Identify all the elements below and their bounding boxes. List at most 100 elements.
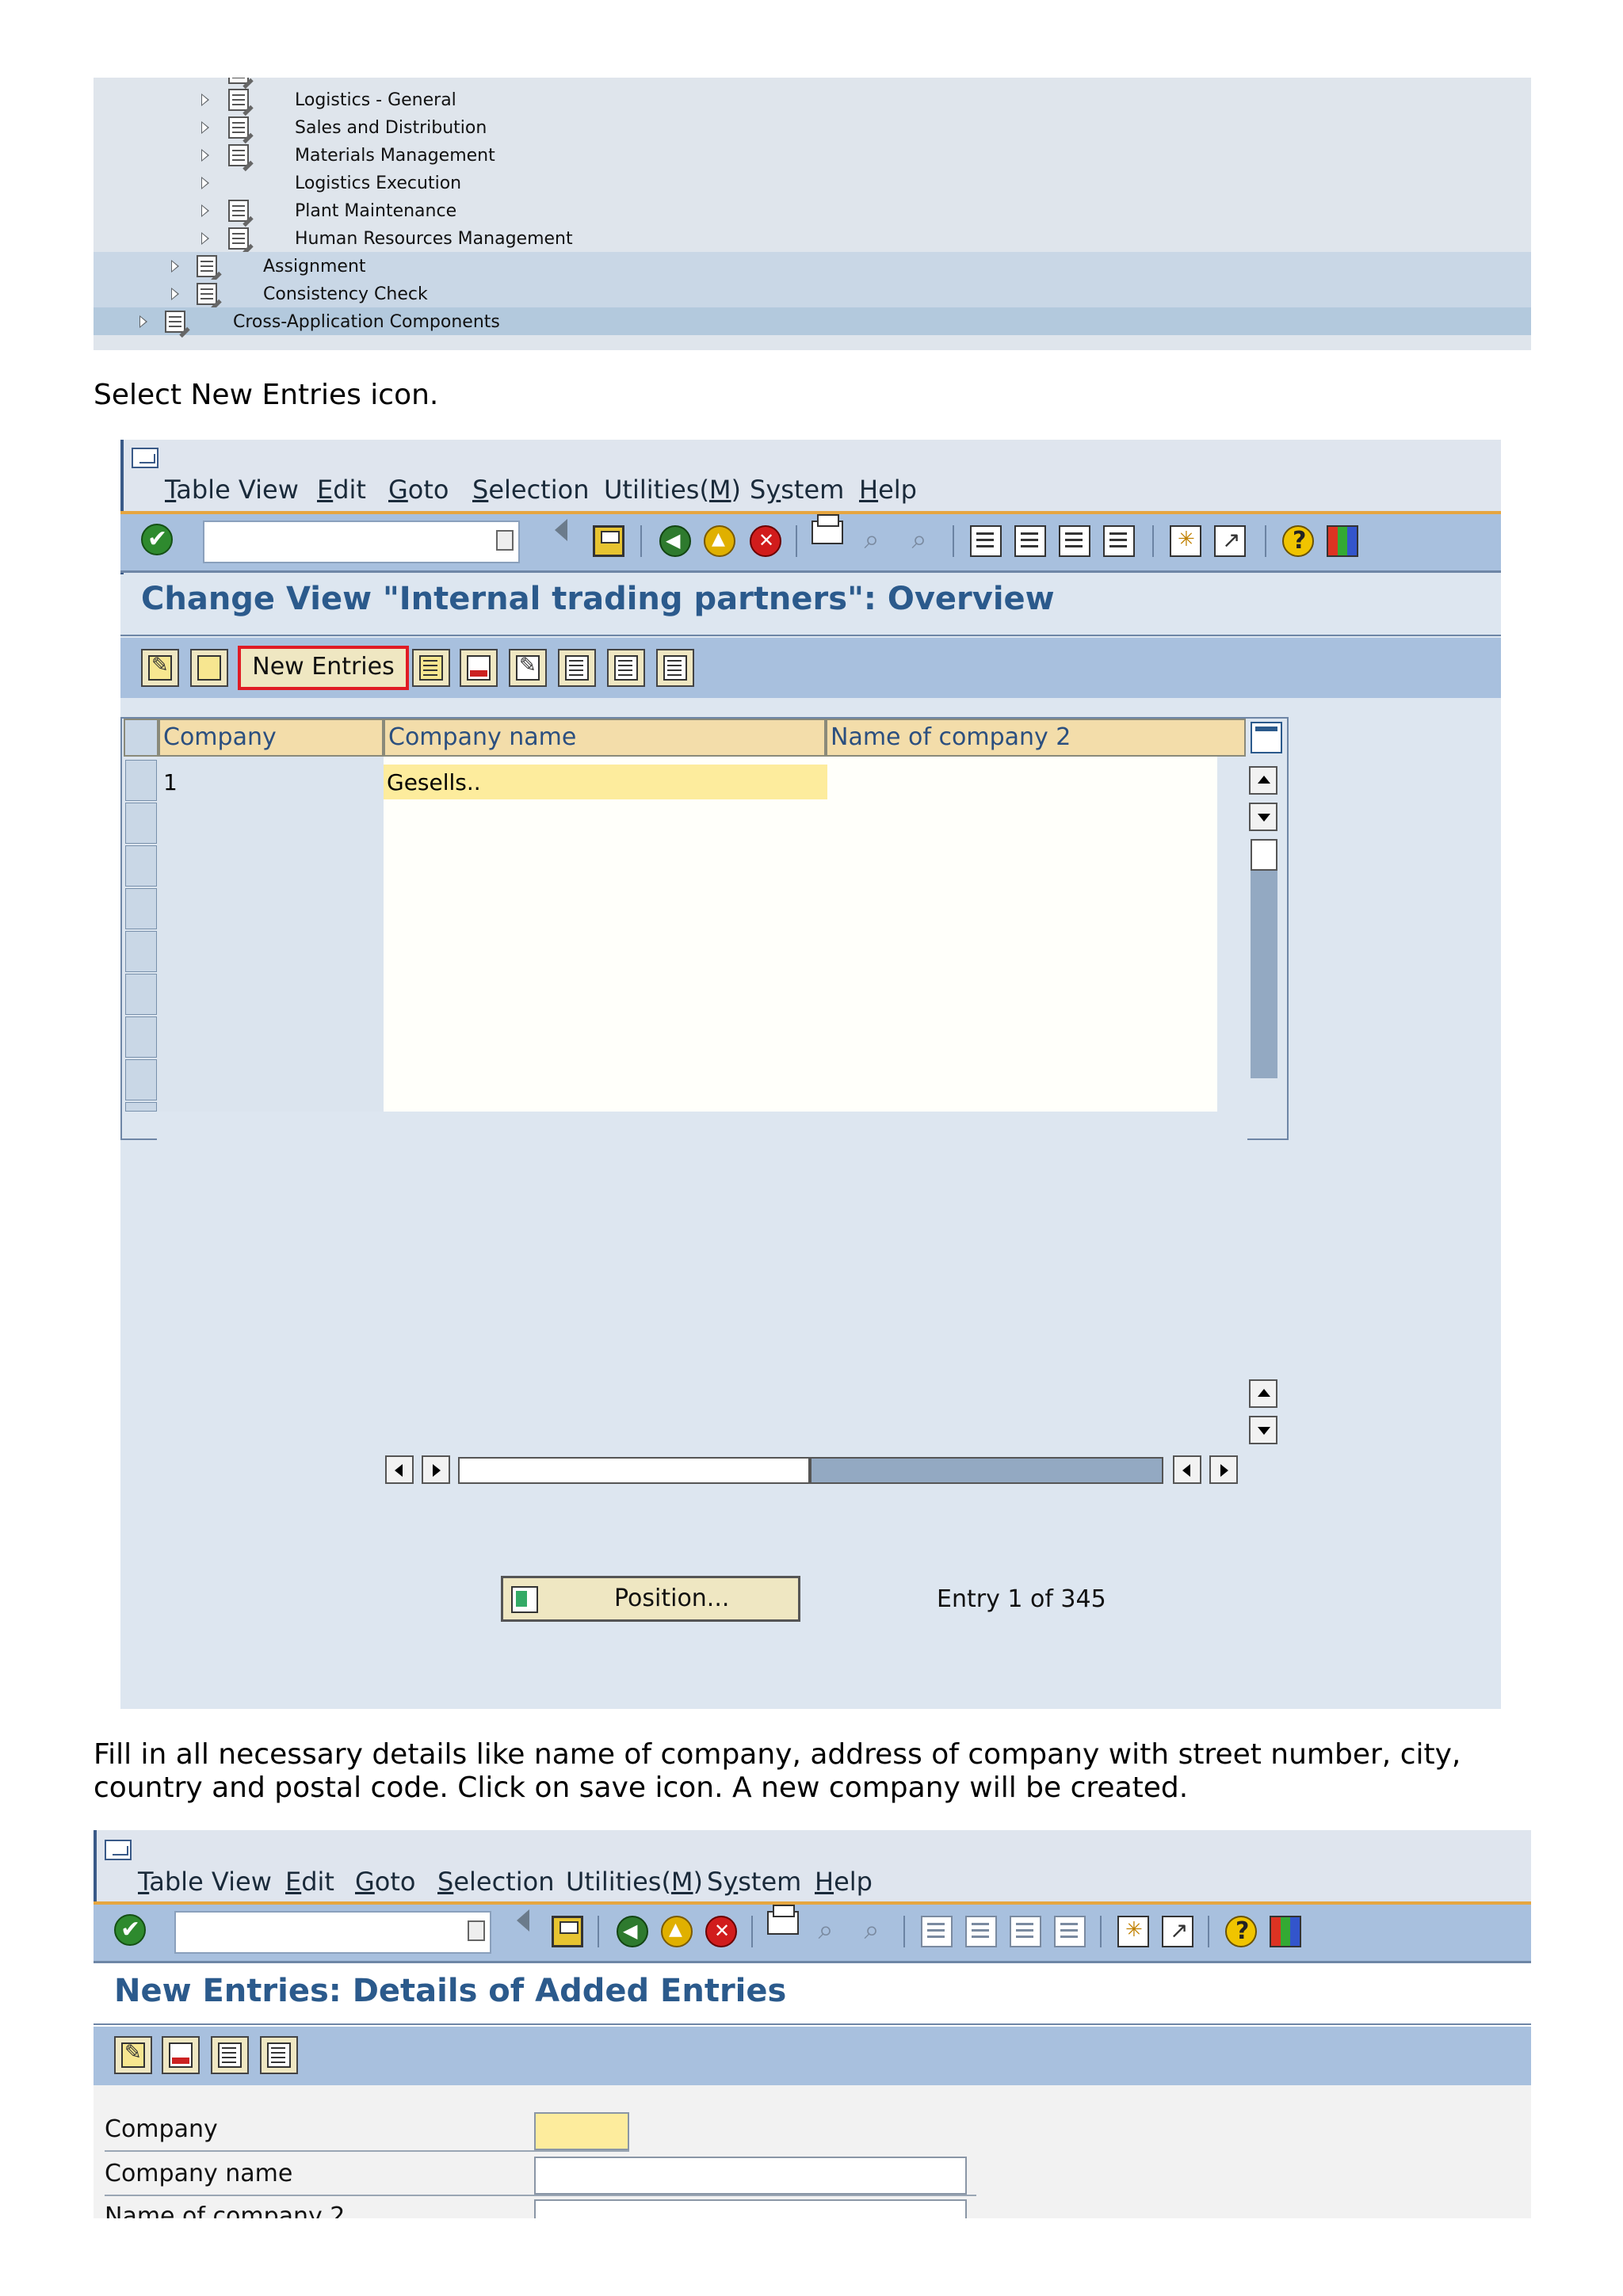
system-menu-icon[interactable] <box>132 448 158 468</box>
display-change-button[interactable] <box>114 2036 152 2074</box>
delete-button[interactable] <box>162 2036 200 2074</box>
column-header-company-name-2[interactable]: Name of company 2 <box>826 719 1246 757</box>
display-button[interactable] <box>190 649 228 687</box>
row-selector[interactable] <box>125 803 157 844</box>
next-entry-button[interactable] <box>260 2036 298 2074</box>
row-selector[interactable] <box>125 760 157 801</box>
page-up-icon[interactable] <box>1249 1379 1277 1408</box>
new-entries-button[interactable]: New Entries <box>238 646 409 690</box>
back-icon[interactable] <box>659 525 691 557</box>
menu-table-view[interactable]: Table View <box>138 1867 272 1897</box>
menu-system[interactable]: System <box>707 1867 801 1897</box>
column-header-company-name[interactable]: Company name <box>384 719 826 757</box>
expand-triangle-icon[interactable] <box>201 177 209 189</box>
hscroll-thumb[interactable] <box>458 1457 810 1484</box>
new-session-icon[interactable] <box>1117 1916 1149 1947</box>
cell-company[interactable]: 1 <box>163 769 178 795</box>
create-shortcut-icon[interactable] <box>1162 1916 1193 1947</box>
exit-icon[interactable] <box>661 1916 693 1947</box>
copy-as-button[interactable] <box>412 649 450 687</box>
page-down-icon[interactable] <box>1249 1416 1277 1444</box>
position-button[interactable]: Position... <box>501 1576 800 1622</box>
row-selector[interactable] <box>125 845 157 887</box>
deselect-all-button[interactable] <box>656 649 694 687</box>
table-settings-icon[interactable] <box>1251 722 1282 753</box>
create-shortcut-icon[interactable] <box>1214 525 1246 557</box>
scroll-thumb[interactable] <box>1251 839 1277 871</box>
system-menu-icon[interactable] <box>105 1840 132 1860</box>
customize-layout-icon[interactable] <box>1270 1916 1301 1947</box>
cancel-icon[interactable] <box>750 525 781 557</box>
find-icon[interactable]: ⌕ <box>856 524 888 555</box>
row-selector[interactable] <box>125 1102 157 1112</box>
expand-triangle-icon[interactable] <box>201 121 209 134</box>
menu-system[interactable]: System <box>750 475 844 505</box>
previous-page-icon[interactable] <box>1014 525 1046 557</box>
menu-selection[interactable]: Selection <box>472 475 589 505</box>
tree-node-cross-application[interactable]: Cross-Application Components <box>94 307 1531 335</box>
scroll-right-icon[interactable] <box>1209 1455 1238 1484</box>
command-field[interactable] <box>203 521 520 563</box>
customize-layout-icon[interactable] <box>1327 525 1358 557</box>
back-icon[interactable] <box>617 1916 648 1947</box>
undo-change-button[interactable] <box>509 649 547 687</box>
expand-triangle-icon[interactable] <box>201 93 209 106</box>
company-input[interactable] <box>534 2112 629 2150</box>
save-icon[interactable] <box>593 525 624 557</box>
save-icon[interactable] <box>552 1916 583 1947</box>
previous-entry-button[interactable] <box>211 2036 249 2074</box>
find-next-icon[interactable]: ⌕ <box>903 524 935 555</box>
menu-goto[interactable]: Goto <box>355 1867 416 1897</box>
select-all-rows-header[interactable] <box>124 719 158 757</box>
cell-company-name[interactable]: Gesells.. <box>387 769 481 795</box>
tree-node-sales-distribution[interactable]: Sales and Distribution <box>94 113 1531 141</box>
row-selector[interactable] <box>125 974 157 1015</box>
scroll-right-icon[interactable] <box>422 1455 450 1484</box>
exit-icon[interactable] <box>704 525 735 557</box>
row-selector[interactable] <box>125 931 157 972</box>
tree-node-human-resources[interactable]: Human Resources Management <box>94 224 1531 252</box>
menu-goto[interactable]: Goto <box>388 475 449 505</box>
tree-node-assignment[interactable]: Assignment <box>94 252 1531 280</box>
scroll-left-icon[interactable] <box>385 1455 414 1484</box>
menu-help[interactable]: Help <box>859 475 917 505</box>
enter-checkmark-icon[interactable] <box>141 524 173 555</box>
scroll-track[interactable] <box>1251 871 1277 1078</box>
history-dropdown-icon[interactable] <box>468 1920 485 1941</box>
menu-selection[interactable]: Selection <box>437 1867 554 1897</box>
tree-node-consistency-check[interactable]: Consistency Check <box>94 280 1531 307</box>
tree-node-plant-maintenance[interactable]: Plant Maintenance <box>94 196 1531 224</box>
company-name-2-input[interactable] <box>534 2199 967 2218</box>
find-icon[interactable]: ⌕ <box>810 1914 842 1946</box>
scroll-down-icon[interactable] <box>1249 803 1277 831</box>
scroll-left-icon[interactable] <box>1173 1455 1201 1484</box>
next-page-icon[interactable] <box>1010 1916 1041 1947</box>
cancel-icon[interactable] <box>705 1916 737 1947</box>
expand-triangle-icon[interactable] <box>201 204 209 217</box>
company-name-input[interactable] <box>534 2157 967 2195</box>
enter-checkmark-icon[interactable] <box>114 1914 146 1946</box>
menu-utilities[interactable]: Utilities(M) <box>604 475 741 505</box>
help-icon[interactable] <box>1282 525 1314 557</box>
hscroll-track[interactable] <box>810 1457 1163 1484</box>
expand-triangle-icon[interactable] <box>201 232 209 245</box>
expand-triangle-icon[interactable] <box>201 149 209 162</box>
back-arrow-icon[interactable] <box>517 1909 529 1932</box>
last-page-icon[interactable] <box>1054 1916 1086 1947</box>
menu-utilities[interactable]: Utilities(M) <box>566 1867 703 1897</box>
column-header-company[interactable]: Company <box>158 719 384 757</box>
tree-node-materials-management[interactable]: Materials Management <box>94 141 1531 169</box>
previous-page-icon[interactable] <box>965 1916 997 1947</box>
select-block-button[interactable] <box>607 649 645 687</box>
select-all-button[interactable] <box>558 649 596 687</box>
row-selector[interactable] <box>125 1016 157 1058</box>
next-page-icon[interactable] <box>1059 525 1090 557</box>
menu-help[interactable]: Help <box>815 1867 873 1897</box>
expand-triangle-icon[interactable] <box>171 260 179 273</box>
menu-edit[interactable]: Edit <box>285 1867 334 1897</box>
display-change-button[interactable] <box>141 649 179 687</box>
delete-button[interactable] <box>460 649 498 687</box>
first-page-icon[interactable] <box>970 525 1002 557</box>
help-icon[interactable] <box>1225 1916 1257 1947</box>
row-selector[interactable] <box>125 1059 157 1100</box>
